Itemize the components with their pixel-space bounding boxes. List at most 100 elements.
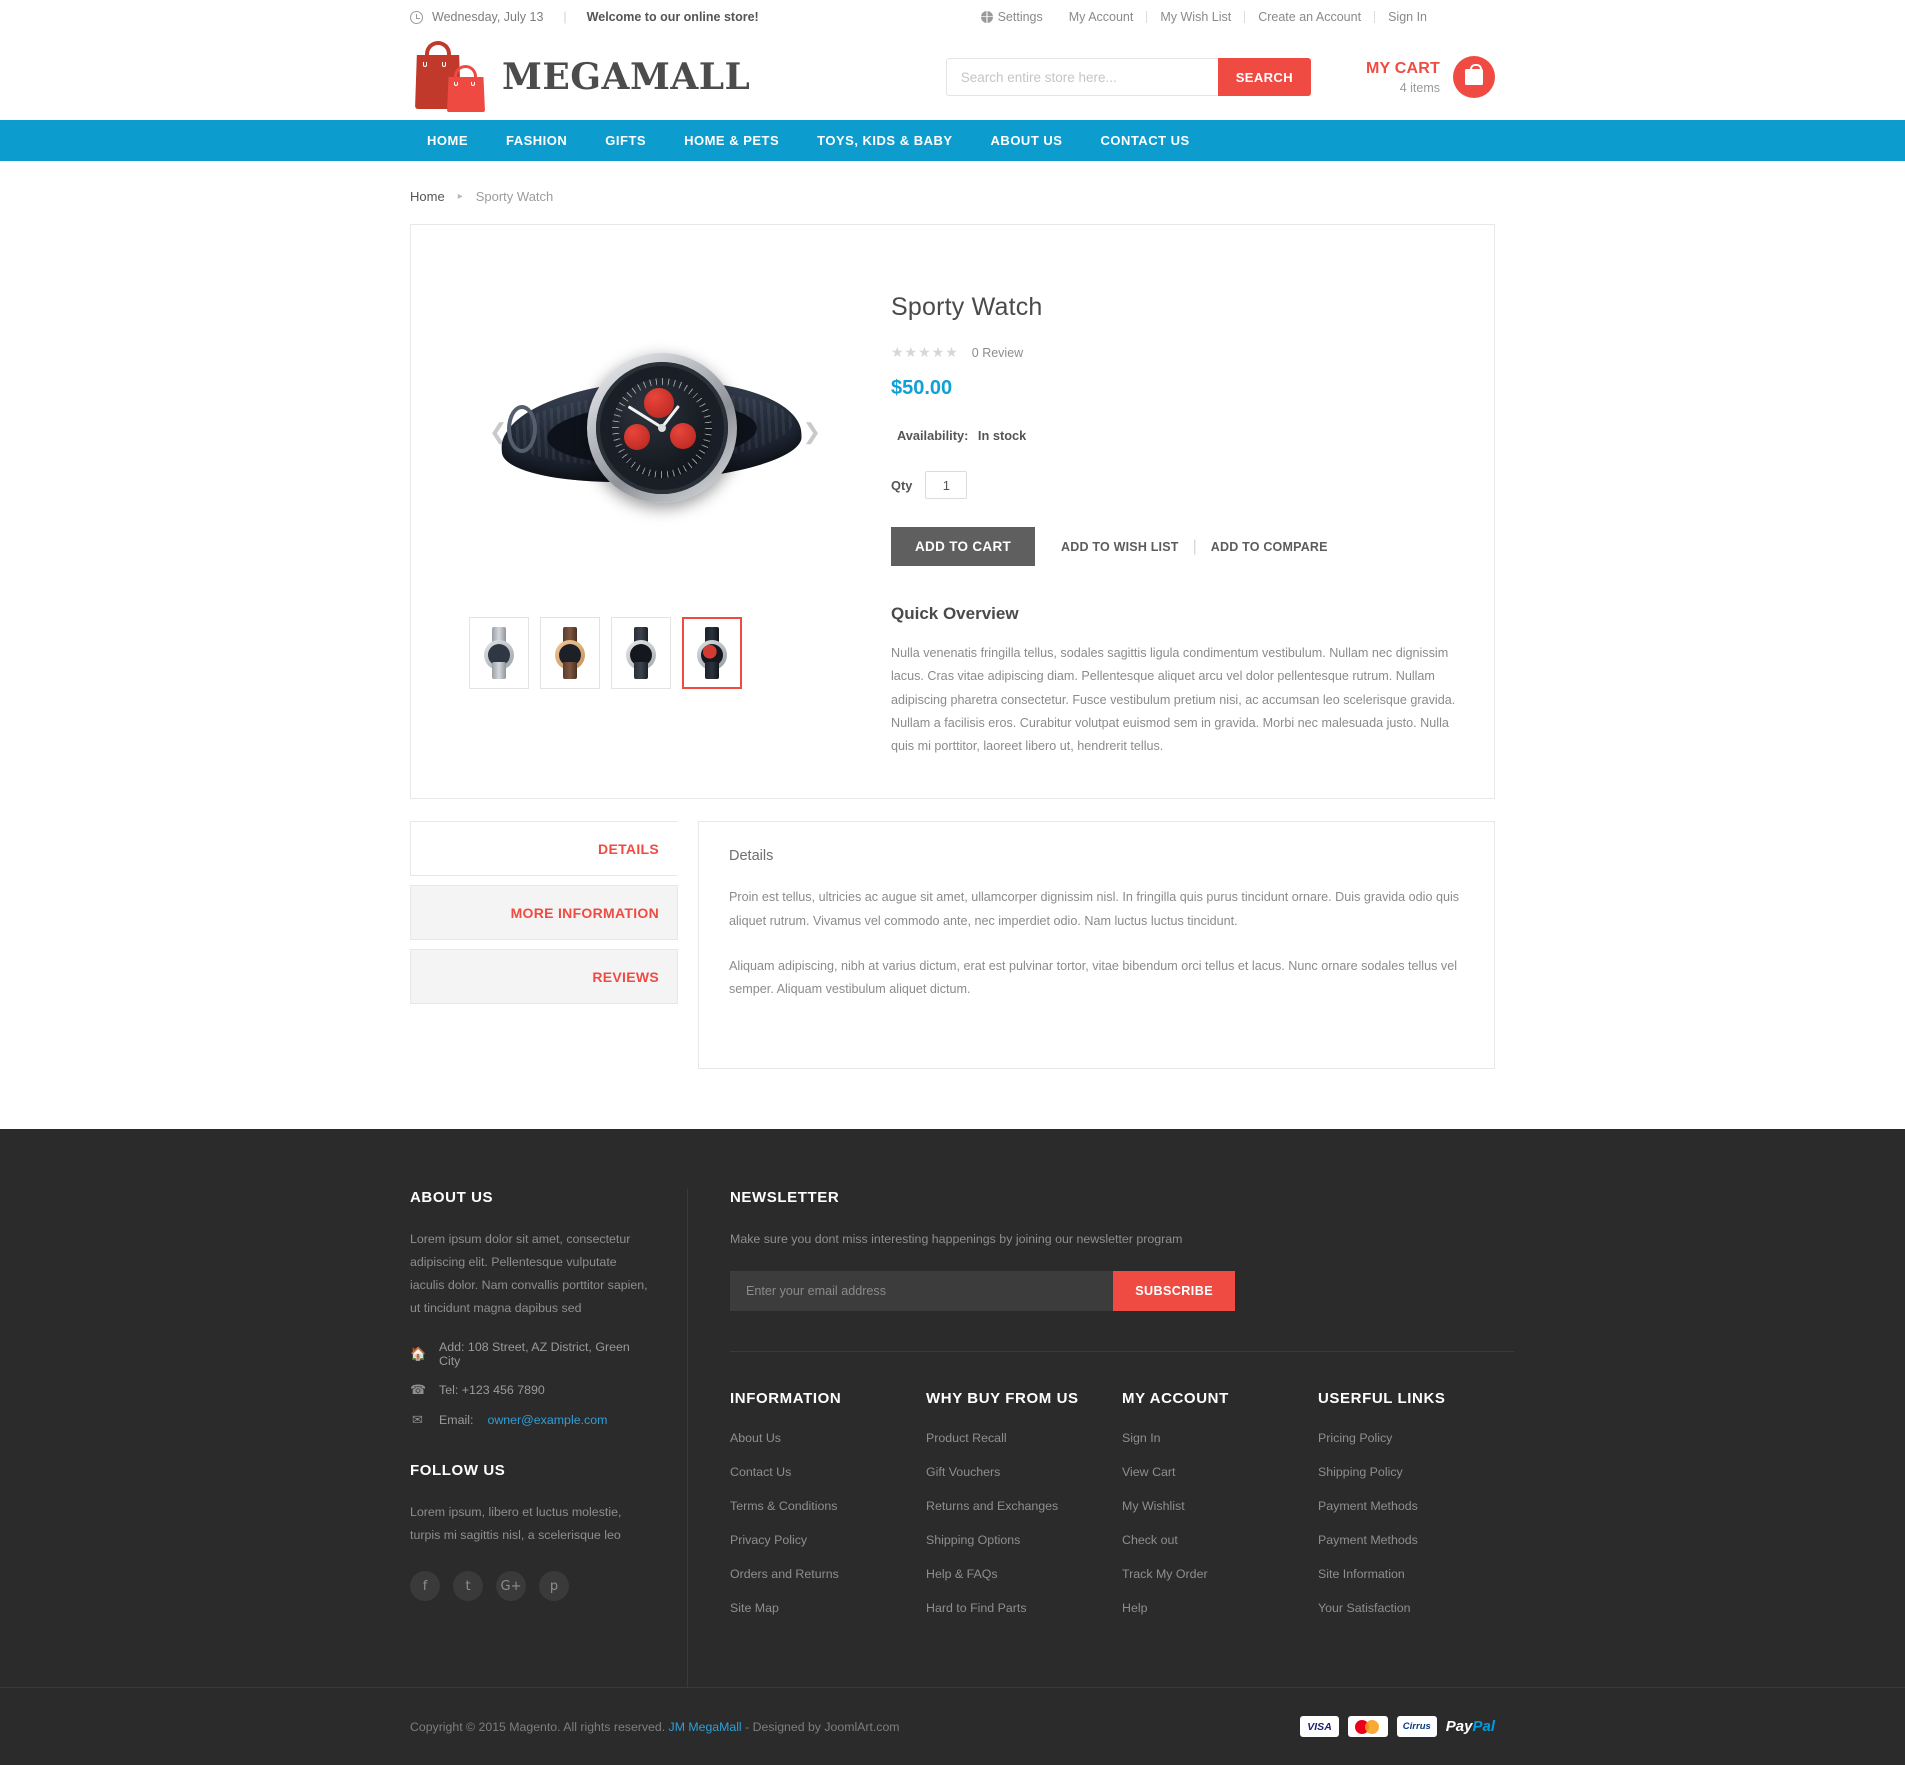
tab-more-information[interactable]: MORE INFORMATION [410, 885, 678, 941]
pinterest-icon[interactable]: p [539, 1571, 569, 1602]
footer-email-link[interactable]: owner@example.com [487, 1413, 607, 1427]
footer-about-section: ABOUT US Lorem ipsum dolor sit amet, con… [410, 1189, 688, 1688]
footer-link[interactable]: Check out [1122, 1533, 1178, 1547]
mini-cart[interactable]: MY CART 4 items [1366, 56, 1495, 98]
chevron-right-icon: ▸ [457, 191, 463, 202]
footer-link[interactable]: Payment Methods [1318, 1533, 1418, 1547]
list-item: Shipping Options [926, 1531, 1122, 1549]
add-to-compare-link[interactable]: ADD TO COMPARE [1211, 540, 1328, 554]
footer-link[interactable]: Gift Vouchers [926, 1465, 1000, 1479]
shopping-bags-icon [410, 41, 488, 112]
product-thumbnails [431, 617, 871, 689]
footer-link[interactable]: Shipping Policy [1318, 1465, 1403, 1479]
jm-megamall-link[interactable]: JM MegaMall [669, 1720, 742, 1734]
footer-link[interactable]: Your Satisfaction [1318, 1601, 1411, 1615]
footer-phone-row: ☎ Tel: +123 456 7890 [410, 1382, 651, 1398]
list-item: Product Recall [926, 1429, 1122, 1447]
footer-link[interactable]: Payment Methods [1318, 1499, 1418, 1513]
nav-item-home-pets[interactable]: HOME & PETS [665, 120, 798, 161]
footer-link[interactable]: Sign In [1122, 1431, 1161, 1445]
facebook-icon[interactable]: f [410, 1571, 440, 1602]
breadcrumb-current: Sporty Watch [475, 189, 554, 204]
breadcrumb-home[interactable]: Home [410, 189, 445, 204]
tab-details[interactable]: DETAILS [410, 821, 678, 877]
list-item: View Cart [1122, 1463, 1318, 1481]
search-input[interactable] [945, 58, 1218, 96]
thumbnail-black-watch[interactable] [611, 617, 671, 689]
footer-link[interactable]: Terms & Conditions [730, 1499, 837, 1513]
list-item: Payment Methods [1318, 1497, 1514, 1515]
list-item: Site Map [730, 1599, 926, 1617]
nav-item-home[interactable]: HOME [410, 120, 487, 161]
gallery-next-icon[interactable]: ❯ [803, 419, 821, 445]
footer-link[interactable]: About Us [730, 1431, 781, 1445]
my-wish-list-link[interactable]: My Wish List [1147, 10, 1244, 24]
site-footer: ABOUT US Lorem ipsum dolor sit amet, con… [0, 1129, 1905, 1688]
footer-link[interactable]: Track My Order [1122, 1567, 1208, 1581]
list-item: Check out [1122, 1531, 1318, 1549]
footer-link[interactable]: Help & FAQs [926, 1567, 998, 1581]
footer-link[interactable]: View Cart [1122, 1465, 1175, 1479]
list-item: Returns and Exchanges [926, 1497, 1122, 1515]
quick-overview-title: Quick Overview [891, 604, 1019, 623]
footer-link[interactable]: Site Information [1318, 1567, 1405, 1581]
twitter-icon[interactable]: t [453, 1571, 483, 1602]
footer-about-title: ABOUT US [410, 1189, 494, 1207]
footer-link[interactable]: Returns and Exchanges [926, 1499, 1058, 1513]
create-account-link[interactable]: Create an Account [1245, 10, 1374, 24]
phone-icon: ☎ [410, 1382, 427, 1398]
tab-list: DETAILS MORE INFORMATION REVIEWS [410, 821, 678, 1013]
copyright-post: - Designed by JoomlArt.com [741, 1719, 900, 1734]
settings-label: Settings [997, 10, 1043, 24]
list-item: Track My Order [1122, 1565, 1318, 1583]
list-item: Site Information [1318, 1565, 1514, 1583]
settings-link[interactable]: Settings [968, 10, 1056, 24]
footer-link[interactable]: Pricing Policy [1318, 1431, 1392, 1445]
review-count-link[interactable]: 0 Review [972, 346, 1023, 360]
paypal-icon: Pay Pal [1445, 1718, 1495, 1736]
add-to-cart-button[interactable]: ADD TO CART [891, 527, 1036, 566]
nav-item-toys-kids-baby[interactable]: TOYS, KIDS & BABY [798, 120, 971, 161]
add-to-wishlist-link[interactable]: ADD TO WISH LIST [1061, 540, 1179, 554]
list-item: Pricing Policy [1318, 1429, 1514, 1447]
footer-link[interactable]: Hard to Find Parts [926, 1601, 1027, 1615]
current-date: Wednesday, July 13 [432, 10, 544, 24]
footer-link[interactable]: Help [1122, 1601, 1147, 1615]
product-title: Sporty Watch [891, 293, 1043, 321]
quantity-input[interactable] [925, 471, 968, 499]
nav-item-gifts[interactable]: GIFTS [586, 120, 665, 161]
quantity-label: Qty [891, 477, 913, 493]
nav-item-fashion[interactable]: FASHION [487, 120, 586, 161]
list-item: Sign In [1122, 1429, 1318, 1447]
thumbnail-sporty-watch[interactable] [682, 617, 742, 689]
search-button[interactable]: SEARCH [1217, 58, 1311, 96]
newsletter-email-input[interactable] [730, 1271, 1114, 1312]
product-main-image[interactable]: ❮ ❯ [431, 287, 871, 577]
tab-reviews[interactable]: REVIEWS [410, 949, 678, 1005]
nav-item-about-us[interactable]: ABOUT US [972, 120, 1082, 161]
footer-link[interactable]: Contact Us [730, 1465, 791, 1479]
footer-link[interactable]: Orders and Returns [730, 1567, 839, 1581]
subscribe-button[interactable]: SUBSCRIBE [1113, 1271, 1235, 1312]
thumbnail-rose-gold-watch[interactable] [540, 617, 600, 689]
list-item: Help & FAQs [926, 1565, 1122, 1583]
thumbnail-steel-watch[interactable] [469, 617, 529, 689]
newsletter-title: NEWSLETTER [730, 1189, 840, 1207]
footer-link[interactable]: Product Recall [926, 1431, 1007, 1445]
search-box: SEARCH [945, 58, 1311, 96]
footer-link[interactable]: My Wishlist [1122, 1499, 1185, 1513]
nav-item-contact-us[interactable]: CONTACT US [1081, 120, 1208, 161]
google-plus-icon[interactable]: G+ [496, 1571, 526, 1602]
site-logo[interactable]: MEGAMALL [410, 41, 750, 112]
footer-link-columns: INFORMATION About Us Contact Us Terms & … [730, 1352, 1514, 1687]
sign-in-link[interactable]: Sign In [1375, 10, 1440, 24]
footer-column-title: USERFUL LINKS [1318, 1390, 1446, 1408]
copyright-pre: Copyright © 2015 Magento. All rights res… [410, 1719, 669, 1734]
footer-link[interactable]: Privacy Policy [730, 1533, 807, 1547]
my-account-link[interactable]: My Account [1056, 10, 1147, 24]
footer-column-title: WHY BUY FROM US [926, 1390, 1079, 1408]
footer-link[interactable]: Shipping Options [926, 1533, 1020, 1547]
tab-panel-paragraph-1: Proin est tellus, ultricies ac augue sit… [729, 890, 1460, 928]
footer-link[interactable]: Site Map [730, 1601, 779, 1615]
top-bar-links: Settings My Account My Wish List Create … [968, 10, 1440, 24]
